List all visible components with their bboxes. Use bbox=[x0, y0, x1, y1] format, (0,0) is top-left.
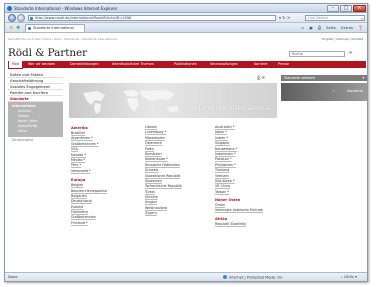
breadcrumb: Sie befinden sich hier: Home › Rödl › St… bbox=[8, 37, 117, 41]
maximize-icon: □ bbox=[343, 5, 349, 11]
url-input[interactable]: http://www.roedl.de/international/RoedlF… bbox=[28, 15, 276, 21]
expand-plus-icon: + bbox=[361, 75, 365, 80]
tab-standorte[interactable]: Standorte International bbox=[25, 24, 85, 32]
company-logo[interactable]: Rödl & Partner bbox=[8, 47, 87, 59]
page-content: Sie befinden sich hier: Home › Rödl › St… bbox=[5, 34, 367, 274]
country-link[interactable]: Republik Südafrika bbox=[215, 222, 263, 227]
command-bar: ⌂ ▣ ⎙ Seite Extras ❓ bbox=[297, 25, 363, 30]
security-zone-label: Internet | Protected Mode: On bbox=[229, 275, 283, 280]
close-button[interactable]: × bbox=[353, 5, 366, 12]
tab-page-icon bbox=[28, 27, 31, 30]
feeds-icon[interactable]: ▣ bbox=[309, 25, 313, 30]
site-search-field[interactable]: Suche bbox=[289, 51, 345, 57]
main-navigation: Rödl Wer wir beraten Dienstleistungen In… bbox=[8, 61, 366, 69]
window-title: Standorte International - Windows Intern… bbox=[14, 6, 118, 11]
nav-item-publikationen[interactable]: Publikationen bbox=[174, 61, 197, 68]
site-search-value: Suche bbox=[292, 52, 303, 56]
page-menu[interactable]: Seite bbox=[326, 25, 336, 30]
nav-item-interdisziplinaere-themen[interactable]: Interdisziplinäre Themen bbox=[112, 61, 154, 68]
sidebar-item-deutschland[interactable]: Deutschland bbox=[8, 137, 63, 143]
print-icon[interactable]: ⎙ bbox=[318, 25, 321, 30]
address-bar: ‹ › http://www.roedl.de/international/Ro… bbox=[5, 13, 367, 23]
search-placeholder: Live Search bbox=[308, 16, 329, 20]
tools-menu[interactable]: Extras bbox=[341, 25, 353, 30]
nav-item-roedl[interactable]: Rödl bbox=[8, 61, 24, 69]
standorte-teaser-label: Standorte bbox=[346, 89, 363, 93]
help-icon[interactable]: ❓ bbox=[358, 25, 363, 30]
country-column-1: Amerika Brasilien Argentinien * Großbrit… bbox=[71, 125, 107, 226]
nav-item-karriere[interactable]: Karriere bbox=[254, 61, 267, 68]
hero-banner: Standorte International bbox=[69, 83, 277, 118]
sidebar-sub-afrika[interactable]: Afrika bbox=[8, 129, 63, 134]
search-icon[interactable]: ⌕ bbox=[361, 16, 363, 21]
tab-bar: ★ ✚ Standorte International ⌂ ▣ ⎙ Seite … bbox=[5, 23, 367, 33]
status-text: Done bbox=[8, 275, 18, 279]
ie-logo-icon bbox=[7, 6, 12, 11]
globe-icon bbox=[223, 275, 227, 279]
nav-item-presse[interactable]: Presse bbox=[278, 61, 289, 68]
title-bar: Standorte International - Windows Intern… bbox=[5, 4, 367, 13]
top-links[interactable]: English | Sitemap | Kontakt bbox=[322, 37, 363, 41]
browser-window: Standorte International - Windows Intern… bbox=[4, 3, 368, 282]
country-column-3: Australien * Japan * Indien * Singapur N… bbox=[215, 125, 263, 227]
sidebar: Daten und Fakten Geschäftsführung Sozial… bbox=[8, 72, 63, 143]
country-link[interactable]: Venezuela * bbox=[71, 169, 107, 174]
tab-label: Standorte International bbox=[33, 26, 74, 30]
refresh-stop-controls[interactable]: ▾ ↻ ✕ bbox=[279, 15, 290, 20]
site-search-go-button[interactable]: » bbox=[349, 50, 352, 56]
sidebar-submenu: International Amerika Europa Naher Osten… bbox=[8, 102, 63, 137]
nav-item-dienstleistungen[interactable]: Dienstleistungen bbox=[70, 61, 99, 68]
minimize-icon: – bbox=[331, 5, 335, 11]
country-link[interactable]: Finnland * bbox=[71, 221, 107, 226]
banner-title: Standorte International bbox=[194, 104, 270, 112]
country-link[interactable]: Vereinigte Arabische Emirate bbox=[215, 208, 263, 213]
close-icon: × bbox=[357, 5, 362, 11]
country-link[interactable]: Taiwan * bbox=[215, 190, 263, 195]
nav-item-wer-wir-beraten[interactable]: Wer wir beraten bbox=[28, 61, 55, 68]
status-bar: Done Internet | Protected Mode: On ⌕ 100… bbox=[5, 272, 367, 281]
country-link[interactable]: Tschechische Republik bbox=[145, 184, 182, 189]
page-icon bbox=[30, 17, 33, 20]
standorte-weltweit-button[interactable]: Standorte weltweit + bbox=[281, 75, 367, 81]
standorte-teaser[interactable]: › Standorte bbox=[281, 83, 367, 101]
print-email-icons[interactable]: ⎙ ✉ bbox=[257, 75, 265, 80]
url-text: http://www.roedl.de/international/RoedlF… bbox=[35, 16, 132, 20]
minimize-button[interactable]: – bbox=[327, 5, 339, 12]
forward-arrow-icon: › bbox=[20, 15, 22, 21]
security-zone[interactable]: Internet | Protected Mode: On bbox=[223, 275, 282, 280]
home-icon[interactable]: ⌂ bbox=[301, 25, 303, 30]
country-link[interactable]: Zypern bbox=[145, 211, 182, 216]
country-column-2: Litauen Luxemburg * Mazedonien Österreic… bbox=[145, 125, 182, 217]
favorites-star-icon[interactable]: ★ bbox=[9, 25, 13, 31]
add-favorites-icon[interactable]: ✚ bbox=[16, 25, 20, 31]
world-map-graphic bbox=[83, 90, 179, 114]
maximize-button[interactable]: □ bbox=[340, 5, 352, 12]
back-button[interactable]: ‹ bbox=[8, 14, 16, 22]
forward-button[interactable]: › bbox=[17, 14, 25, 22]
arrow-right-icon: › bbox=[333, 88, 335, 93]
zoom-control[interactable]: ⌕ 100% ▾ bbox=[341, 275, 357, 279]
nav-item-veranstaltungen[interactable]: Veranstaltungen bbox=[210, 61, 238, 68]
search-input[interactable]: Live Search ⌕ bbox=[305, 15, 365, 21]
back-arrow-icon: ‹ bbox=[11, 15, 13, 21]
standorte-weltweit-label: Standorte weltweit bbox=[284, 76, 316, 80]
